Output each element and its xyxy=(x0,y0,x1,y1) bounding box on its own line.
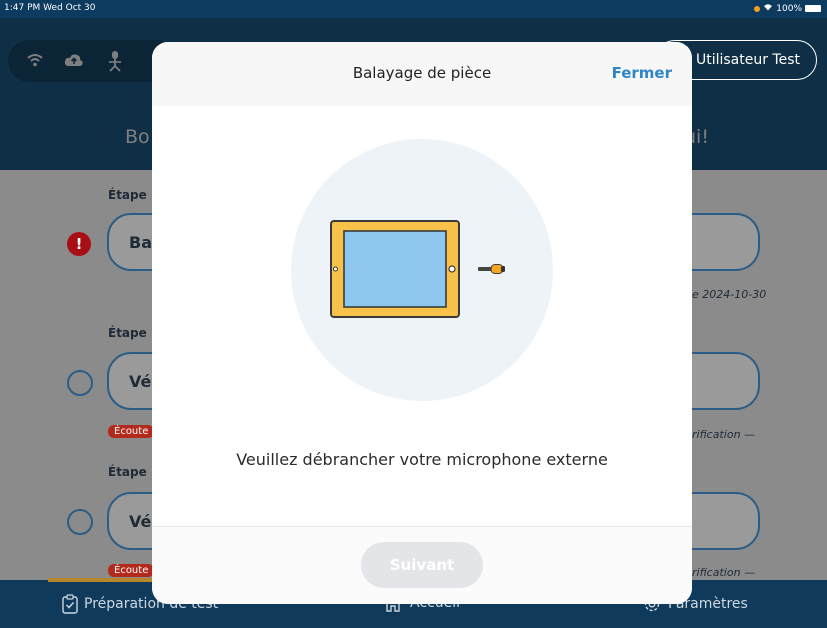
status-bar: 1:47 PM Wed Oct 30 100% xyxy=(0,0,827,18)
modal-message: Veuillez débrancher votre microphone ext… xyxy=(236,450,608,469)
close-button[interactable]: Fermer xyxy=(612,64,672,82)
step-label: Étape xyxy=(108,188,147,202)
room-scan-modal: Balayage de pièce Fermer Veuillez débran… xyxy=(152,42,692,604)
status-badge: Écoute xyxy=(108,425,155,438)
battery-icon xyxy=(805,5,821,12)
unplug-microphone-illustration xyxy=(291,139,553,401)
wifi-icon xyxy=(763,3,773,14)
step-status-circle xyxy=(67,370,93,396)
status-time: 1:47 PM Wed Oct 30 xyxy=(4,3,96,13)
step-label: Étape xyxy=(108,326,147,340)
battery-percent: 100% xyxy=(776,3,802,14)
step-status-text: rification — xyxy=(692,566,756,579)
step-date: e 2024-10-30 xyxy=(692,288,767,301)
location-dot-icon xyxy=(754,5,761,12)
next-button[interactable]: Suivant xyxy=(361,542,483,588)
external-microphone-icon xyxy=(478,264,505,274)
battery-indicator: 100% xyxy=(754,3,821,14)
clipboard-check-icon xyxy=(62,594,78,614)
active-tab-indicator xyxy=(48,578,152,582)
status-badge: Écoute xyxy=(108,564,155,577)
step-status-circle xyxy=(67,509,93,535)
step-label: Étape xyxy=(108,465,147,479)
step-status-text: rification — xyxy=(692,428,756,441)
error-icon: ! xyxy=(67,232,91,256)
